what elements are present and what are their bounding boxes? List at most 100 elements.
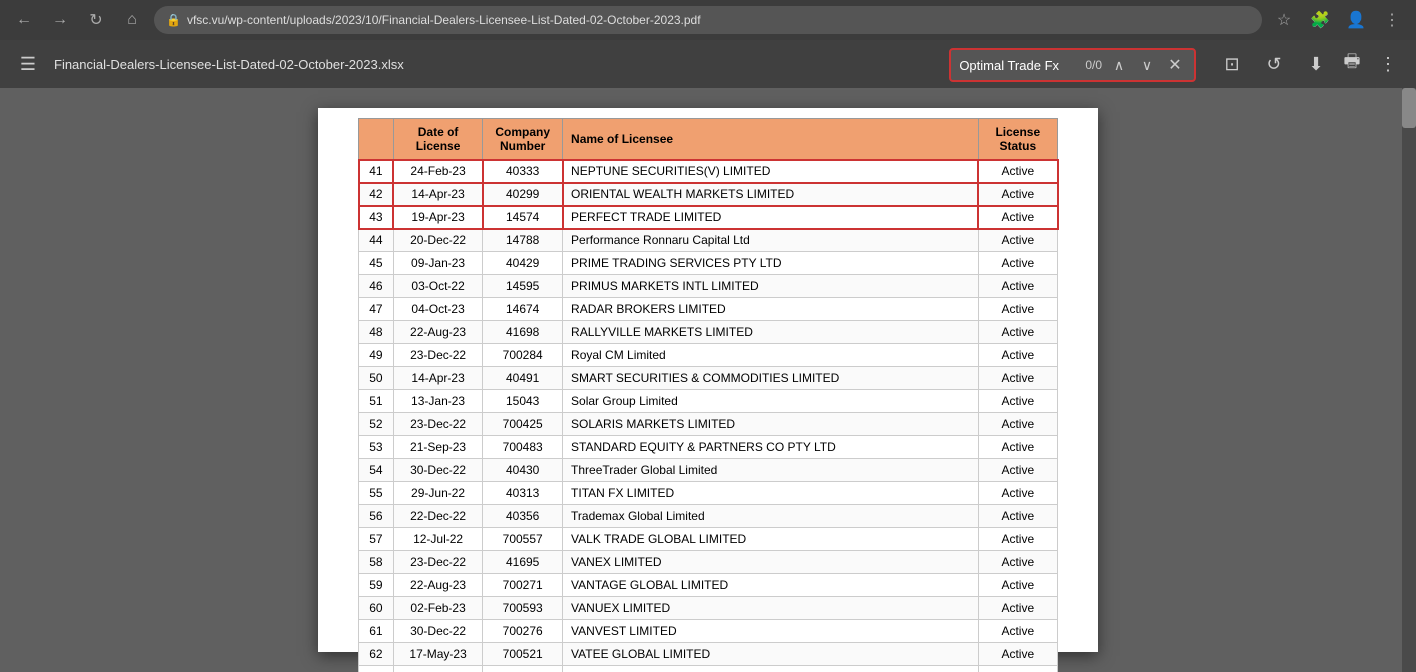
address-bar[interactable]: 🔒 vfsc.vu/wp-content/uploads/2023/10/Fin… — [154, 6, 1262, 34]
cell-num: 46 — [359, 275, 394, 298]
table-row: 50 14-Apr-23 40491 SMART SECURITIES & CO… — [359, 367, 1058, 390]
forward-button[interactable]: → — [46, 6, 74, 34]
table-row: 46 03-Oct-22 14595 PRIMUS MARKETS INTL L… — [359, 275, 1058, 298]
search-input[interactable] — [959, 58, 1079, 73]
cell-company: 700276 — [483, 620, 563, 643]
cell-name: PERFECT TRADE LIMITED — [563, 206, 979, 229]
cell-status: Active — [978, 413, 1057, 436]
cell-num: 59 — [359, 574, 394, 597]
cell-status: Active — [978, 551, 1057, 574]
more-options-button[interactable]: ⋮ — [1372, 48, 1404, 80]
cell-company: 700483 — [483, 436, 563, 459]
cell-company: 40333 — [483, 160, 563, 183]
cell-date: 20-Dec-22 — [393, 229, 482, 252]
cell-company: 41698 — [483, 321, 563, 344]
cell-num: 51 — [359, 390, 394, 413]
home-button[interactable]: ⌂ — [118, 6, 146, 34]
cell-name: VANUEX LIMITED — [563, 597, 979, 620]
cell-date: 04-Oct-23 — [393, 298, 482, 321]
cell-company: 40356 — [483, 505, 563, 528]
cell-name: SOLARIS MARKETS LIMITED — [563, 413, 979, 436]
cell-date: 22-Aug-23 — [393, 321, 482, 344]
table-row: 58 23-Dec-22 41695 VANEX LIMITED Active — [359, 551, 1058, 574]
cell-num: 48 — [359, 321, 394, 344]
cell-company: 700425 — [483, 413, 563, 436]
cell-date: 17-May-23 — [393, 643, 482, 666]
cell-name: VANEX LIMITED — [563, 551, 979, 574]
fit-page-button[interactable]: ⊡ — [1216, 48, 1248, 80]
scrollbar-thumb[interactable] — [1402, 88, 1416, 128]
cell-company: 40429 — [483, 252, 563, 275]
table-row: 49 23-Dec-22 700284 Royal CM Limited Act… — [359, 344, 1058, 367]
cell-status: Active — [978, 252, 1057, 275]
col-header-status: LicenseStatus — [978, 119, 1057, 160]
rotate-button[interactable]: ↺ — [1258, 48, 1290, 80]
cell-name: VATEE GLOBAL LIMITED — [563, 643, 979, 666]
cell-date: 23-Dec-22 — [393, 344, 482, 367]
bookmark-button[interactable]: ☆ — [1270, 6, 1298, 34]
url-text: vfsc.vu/wp-content/uploads/2023/10/Finan… — [187, 13, 701, 27]
cell-num: 53 — [359, 436, 394, 459]
table-row: 62 17-May-23 700521 VATEE GLOBAL LIMITED… — [359, 643, 1058, 666]
cell-company: 40430 — [483, 459, 563, 482]
licensee-table: Date of License CompanyNumber Name of Li… — [358, 118, 1058, 672]
reload-button[interactable]: ↻ — [82, 6, 110, 34]
cell-num: 41 — [359, 160, 394, 183]
cell-date: 14-Apr-23 — [393, 367, 482, 390]
cell-company: 700271 — [483, 574, 563, 597]
cell-status: Active — [978, 482, 1057, 505]
cell-name: ThreeTrader Global Limited — [563, 459, 979, 482]
table-row: 53 21-Sep-23 700483 STANDARD EQUITY & PA… — [359, 436, 1058, 459]
cell-num: 54 — [359, 459, 394, 482]
cell-num: 43 — [359, 206, 394, 229]
table-row: 63 03-Aug-23 700627 VT MARKETS GLOBAL LT… — [359, 666, 1058, 672]
cell-name: Solar Group Limited — [563, 390, 979, 413]
cell-company: 700557 — [483, 528, 563, 551]
print-button[interactable]: 🖶 — [1336, 48, 1368, 80]
cell-date: 30-Dec-22 — [393, 620, 482, 643]
cell-status: Active — [978, 206, 1057, 229]
cell-status: Active — [978, 229, 1057, 252]
table-row: 48 22-Aug-23 41698 RALLYVILLE MARKETS LI… — [359, 321, 1058, 344]
cell-name: VALK TRADE GLOBAL LIMITED — [563, 528, 979, 551]
cell-num: 47 — [359, 298, 394, 321]
scrollbar[interactable] — [1402, 88, 1416, 672]
cell-date: 23-Dec-22 — [393, 551, 482, 574]
table-row: 47 04-Oct-23 14674 RADAR BROKERS LIMITED… — [359, 298, 1058, 321]
extensions-button[interactable]: 🧩 — [1306, 6, 1334, 34]
cell-num: 55 — [359, 482, 394, 505]
cell-num: 42 — [359, 183, 394, 206]
cell-num: 57 — [359, 528, 394, 551]
sidebar-toggle-button[interactable]: ☰ — [12, 48, 44, 80]
cell-company: 700627 — [483, 666, 563, 672]
cell-name: TITAN FX LIMITED — [563, 482, 979, 505]
cell-status: Active — [978, 344, 1057, 367]
table-row: 42 14-Apr-23 40299 ORIENTAL WEALTH MARKE… — [359, 183, 1058, 206]
profile-button[interactable]: 👤 — [1342, 6, 1370, 34]
cell-num: 50 — [359, 367, 394, 390]
table-row: 43 19-Apr-23 14574 PERFECT TRADE LIMITED… — [359, 206, 1058, 229]
cell-status: Active — [978, 597, 1057, 620]
cell-status: Active — [978, 620, 1057, 643]
lock-icon: 🔒 — [166, 13, 181, 27]
search-close-button[interactable]: ✕ — [1164, 54, 1186, 76]
search-prev-button[interactable]: ∧ — [1108, 54, 1130, 76]
cell-company: 700593 — [483, 597, 563, 620]
cell-name: PRIME TRADING SERVICES PTY LTD — [563, 252, 979, 275]
back-button[interactable]: ← — [10, 6, 38, 34]
table-row: 57 12-Jul-22 700557 VALK TRADE GLOBAL LI… — [359, 528, 1058, 551]
cell-company: 40299 — [483, 183, 563, 206]
cell-date: 14-Apr-23 — [393, 183, 482, 206]
col-header-num — [359, 119, 394, 160]
download-button[interactable]: ⬇ — [1300, 48, 1332, 80]
cell-date: 23-Dec-22 — [393, 413, 482, 436]
cell-date: 29-Jun-22 — [393, 482, 482, 505]
search-next-button[interactable]: ∨ — [1136, 54, 1158, 76]
cell-date: 30-Dec-22 — [393, 459, 482, 482]
cell-date: 24-Feb-23 — [393, 160, 482, 183]
browser-menu-button[interactable]: ⋮ — [1378, 6, 1406, 34]
cell-name: VANVEST LIMITED — [563, 620, 979, 643]
cell-status: Active — [978, 666, 1057, 672]
right-toolbar: ⬇ 🖶 ⋮ — [1300, 48, 1404, 80]
cell-date: 21-Sep-23 — [393, 436, 482, 459]
